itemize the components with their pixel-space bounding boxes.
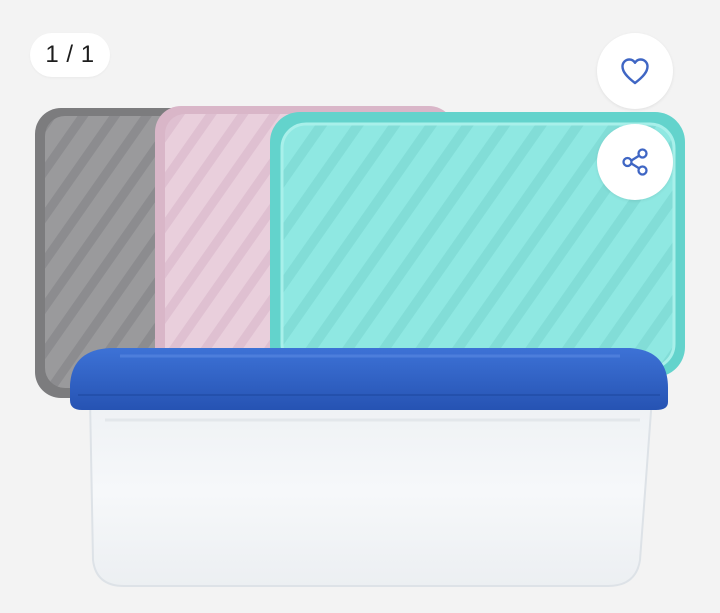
image-counter: 1 / 1 xyxy=(30,33,110,77)
share-icon xyxy=(622,148,648,176)
clear-container xyxy=(88,397,654,587)
favorite-button[interactable] xyxy=(597,33,673,109)
heart-outline-icon xyxy=(621,58,649,85)
share-button[interactable] xyxy=(597,124,673,200)
product-image-viewer: 1 / 1 xyxy=(0,0,720,613)
blue-lid xyxy=(70,348,668,410)
